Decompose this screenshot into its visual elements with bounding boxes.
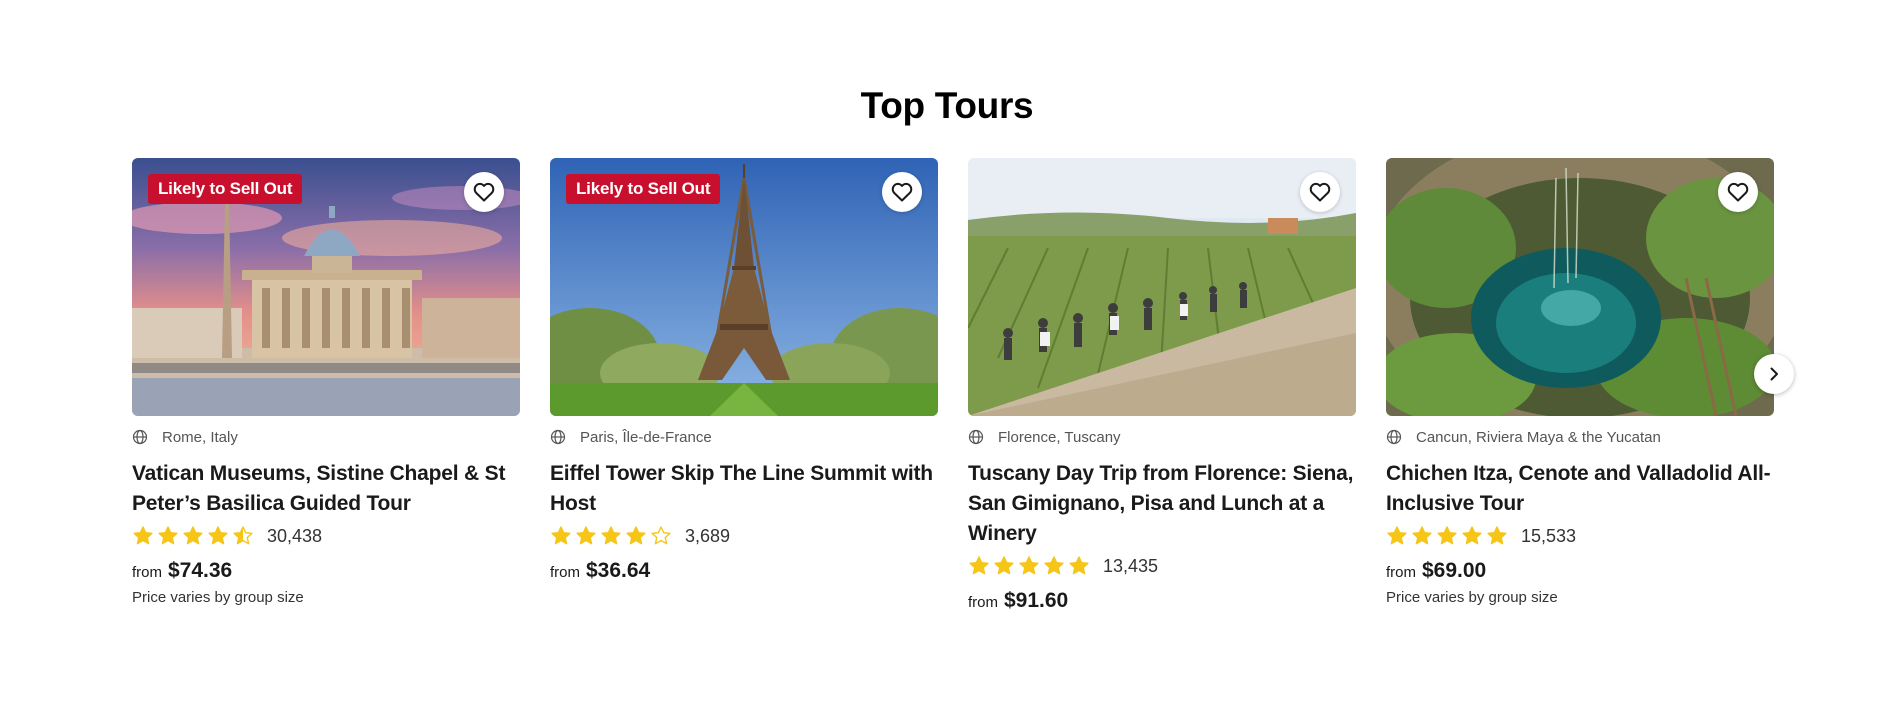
tour-card[interactable]: Likely to Sell Out Rome, Italy Vatican M…	[132, 158, 520, 606]
star-rating	[550, 525, 675, 547]
star-icon	[183, 526, 203, 545]
tuscany-photo	[968, 158, 1356, 416]
tour-location: Cancun, Riviera Maya & the Yucatan	[1386, 427, 1774, 447]
price-row: from $91.60	[968, 589, 1356, 613]
price-note: Price varies by group size	[1386, 589, 1558, 606]
price-note: Price varies by group size	[132, 589, 304, 606]
star-icon	[233, 526, 253, 545]
review-count: 30,438	[267, 525, 323, 546]
wishlist-button[interactable]	[882, 172, 922, 212]
star-rating	[968, 555, 1093, 577]
rating-row: 13,435	[968, 553, 1356, 579]
from-label: from	[968, 594, 998, 611]
price: $36.64	[586, 559, 651, 582]
tour-card[interactable]: Likely to Sell Out Paris, Île-de-France …	[550, 158, 938, 583]
tour-location: Florence, Tuscany	[968, 427, 1356, 447]
review-count: 15,533	[1521, 525, 1577, 546]
review-count: 13,435	[1103, 555, 1159, 576]
heart-icon	[891, 182, 913, 202]
heart-icon	[1727, 182, 1749, 202]
rating-row: 15,533	[1386, 523, 1774, 549]
heart-icon	[473, 182, 495, 202]
star-icon	[158, 526, 178, 545]
carousel-next-button[interactable]	[1754, 354, 1794, 394]
wishlist-button[interactable]	[1300, 172, 1340, 212]
heart-icon	[1309, 182, 1331, 202]
tour-photo-vatican[interactable]: Likely to Sell Out	[132, 158, 520, 416]
star-icon	[1044, 556, 1064, 575]
star-icon	[1019, 556, 1039, 575]
tour-card[interactable]: Cancun, Riviera Maya & the Yucatan Chich…	[1386, 158, 1774, 606]
rating-row: 3,689	[550, 523, 938, 549]
globe-icon	[1386, 429, 1402, 445]
wishlist-button[interactable]	[1718, 172, 1758, 212]
tour-title[interactable]: Tuscany Day Trip from Florence: Siena, S…	[968, 459, 1356, 549]
price: $74.36	[168, 559, 233, 582]
chevron-right-icon	[1770, 367, 1778, 381]
star-icon	[651, 526, 671, 545]
star-icon	[551, 526, 571, 545]
star-icon	[1412, 526, 1432, 545]
tour-photo-eiffel[interactable]: Likely to Sell Out	[550, 158, 938, 416]
star-icon	[208, 526, 228, 545]
likely-to-sell-out-badge: Likely to Sell Out	[566, 174, 721, 204]
star-icon	[994, 556, 1014, 575]
globe-icon	[550, 429, 566, 445]
price: $69.00	[1422, 559, 1487, 582]
tour-photo-tuscany[interactable]	[968, 158, 1356, 416]
tours-carousel: Likely to Sell Out Rome, Italy Vatican M…	[132, 158, 1774, 638]
star-icon	[576, 526, 596, 545]
from-label: from	[550, 564, 580, 581]
price-row: from $69.00	[1386, 559, 1774, 583]
tour-title[interactable]: Eiffel Tower Skip The Line Summit with H…	[550, 459, 938, 519]
tour-title[interactable]: Vatican Museums, Sistine Chapel & St Pet…	[132, 459, 520, 519]
section-title: Top Tours	[860, 85, 1034, 126]
star-icon	[601, 526, 621, 545]
likely-to-sell-out-badge: Likely to Sell Out	[148, 174, 303, 204]
star-icon	[1437, 526, 1457, 545]
star-icon	[133, 526, 153, 545]
globe-icon	[132, 429, 148, 445]
location-label: Cancun, Riviera Maya & the Yucatan	[1416, 428, 1661, 446]
tour-card[interactable]: Florence, Tuscany Tuscany Day Trip from …	[968, 158, 1356, 613]
star-rating	[1386, 525, 1511, 547]
price-row: from $36.64	[550, 559, 938, 583]
location-label: Rome, Italy	[162, 428, 238, 446]
star-icon	[1387, 526, 1407, 545]
tour-title[interactable]: Chichen Itza, Cenote and Valladolid All-…	[1386, 459, 1774, 519]
review-count: 3,689	[685, 525, 731, 546]
globe-icon	[968, 429, 984, 445]
cenote-photo	[1386, 158, 1774, 416]
star-rating	[132, 525, 257, 547]
location-label: Paris, Île-de-France	[580, 428, 712, 446]
star-icon	[1069, 556, 1089, 575]
tour-photo-cenote[interactable]	[1386, 158, 1774, 416]
star-icon	[1462, 526, 1482, 545]
star-icon	[969, 556, 989, 575]
star-icon	[1487, 526, 1507, 545]
from-label: from	[1386, 564, 1416, 581]
tour-location: Paris, Île-de-France	[550, 427, 938, 447]
star-icon	[626, 526, 646, 545]
price-row: from $74.36	[132, 559, 520, 583]
from-label: from	[132, 564, 162, 581]
wishlist-button[interactable]	[464, 172, 504, 212]
price: $91.60	[1004, 589, 1069, 612]
tour-location: Rome, Italy	[132, 427, 520, 447]
rating-row: 30,438	[132, 523, 520, 549]
location-label: Florence, Tuscany	[998, 428, 1121, 446]
